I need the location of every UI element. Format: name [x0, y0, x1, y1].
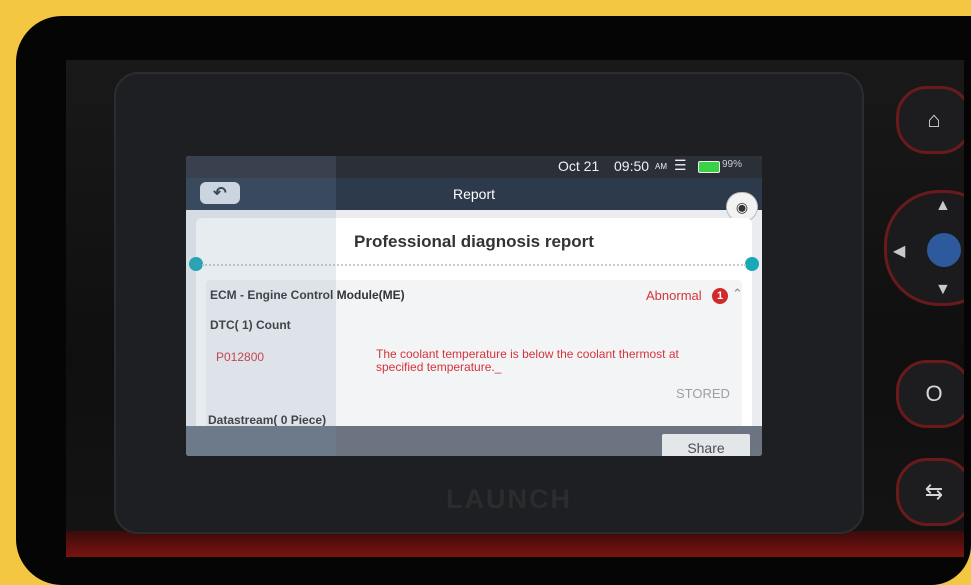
- home-key-icon[interactable]: ⌂: [896, 86, 964, 154]
- device-photo: LAUNCH ⌂ ▲ ◀ ▼ O ⇆ Oct 21 09:50 AM ☰ 99%: [66, 60, 964, 557]
- back-key-icon[interactable]: ⇆: [896, 458, 964, 526]
- scanner-screen: Oct 21 09:50 AM ☰ 99% ↶ Report ◉ Profess…: [186, 156, 762, 456]
- wifi-icon: ☰: [674, 157, 687, 173]
- device-brand-label: LAUNCH: [446, 484, 572, 514]
- dpad-up-icon[interactable]: ▲: [935, 197, 951, 215]
- battery-level: 99%: [722, 159, 743, 170]
- module-status: Abnormal: [646, 288, 702, 303]
- abnormal-count-badge: 1: [712, 288, 728, 304]
- dpad-control[interactable]: ▲ ◀ ▼: [884, 190, 964, 306]
- dtc-status: STORED: [676, 386, 730, 401]
- hardware-keys: ⌂ ▲ ◀ ▼ O ⇆: [884, 60, 964, 557]
- chevron-up-icon[interactable]: ⌃: [732, 286, 743, 302]
- battery-icon: [698, 161, 720, 173]
- device-red-edge: [66, 531, 964, 557]
- right-notch: [745, 257, 759, 271]
- status-date: Oct 21: [558, 158, 600, 174]
- status-time: 09:50: [614, 158, 650, 174]
- share-button[interactable]: Share: [662, 434, 750, 456]
- status-ampm: AM: [655, 162, 667, 171]
- screen-glare: [186, 156, 336, 456]
- dtc-description: The coolant temperature is below the coo…: [376, 347, 679, 374]
- dpad-down-icon[interactable]: ▼: [935, 281, 951, 299]
- ok-key-icon[interactable]: O: [896, 360, 964, 428]
- photo-frame: LAUNCH ⌂ ▲ ◀ ▼ O ⇆ Oct 21 09:50 AM ☰ 99%: [16, 16, 971, 585]
- dpad-left-icon[interactable]: ◀: [893, 241, 905, 261]
- dpad-center-button[interactable]: [927, 233, 961, 267]
